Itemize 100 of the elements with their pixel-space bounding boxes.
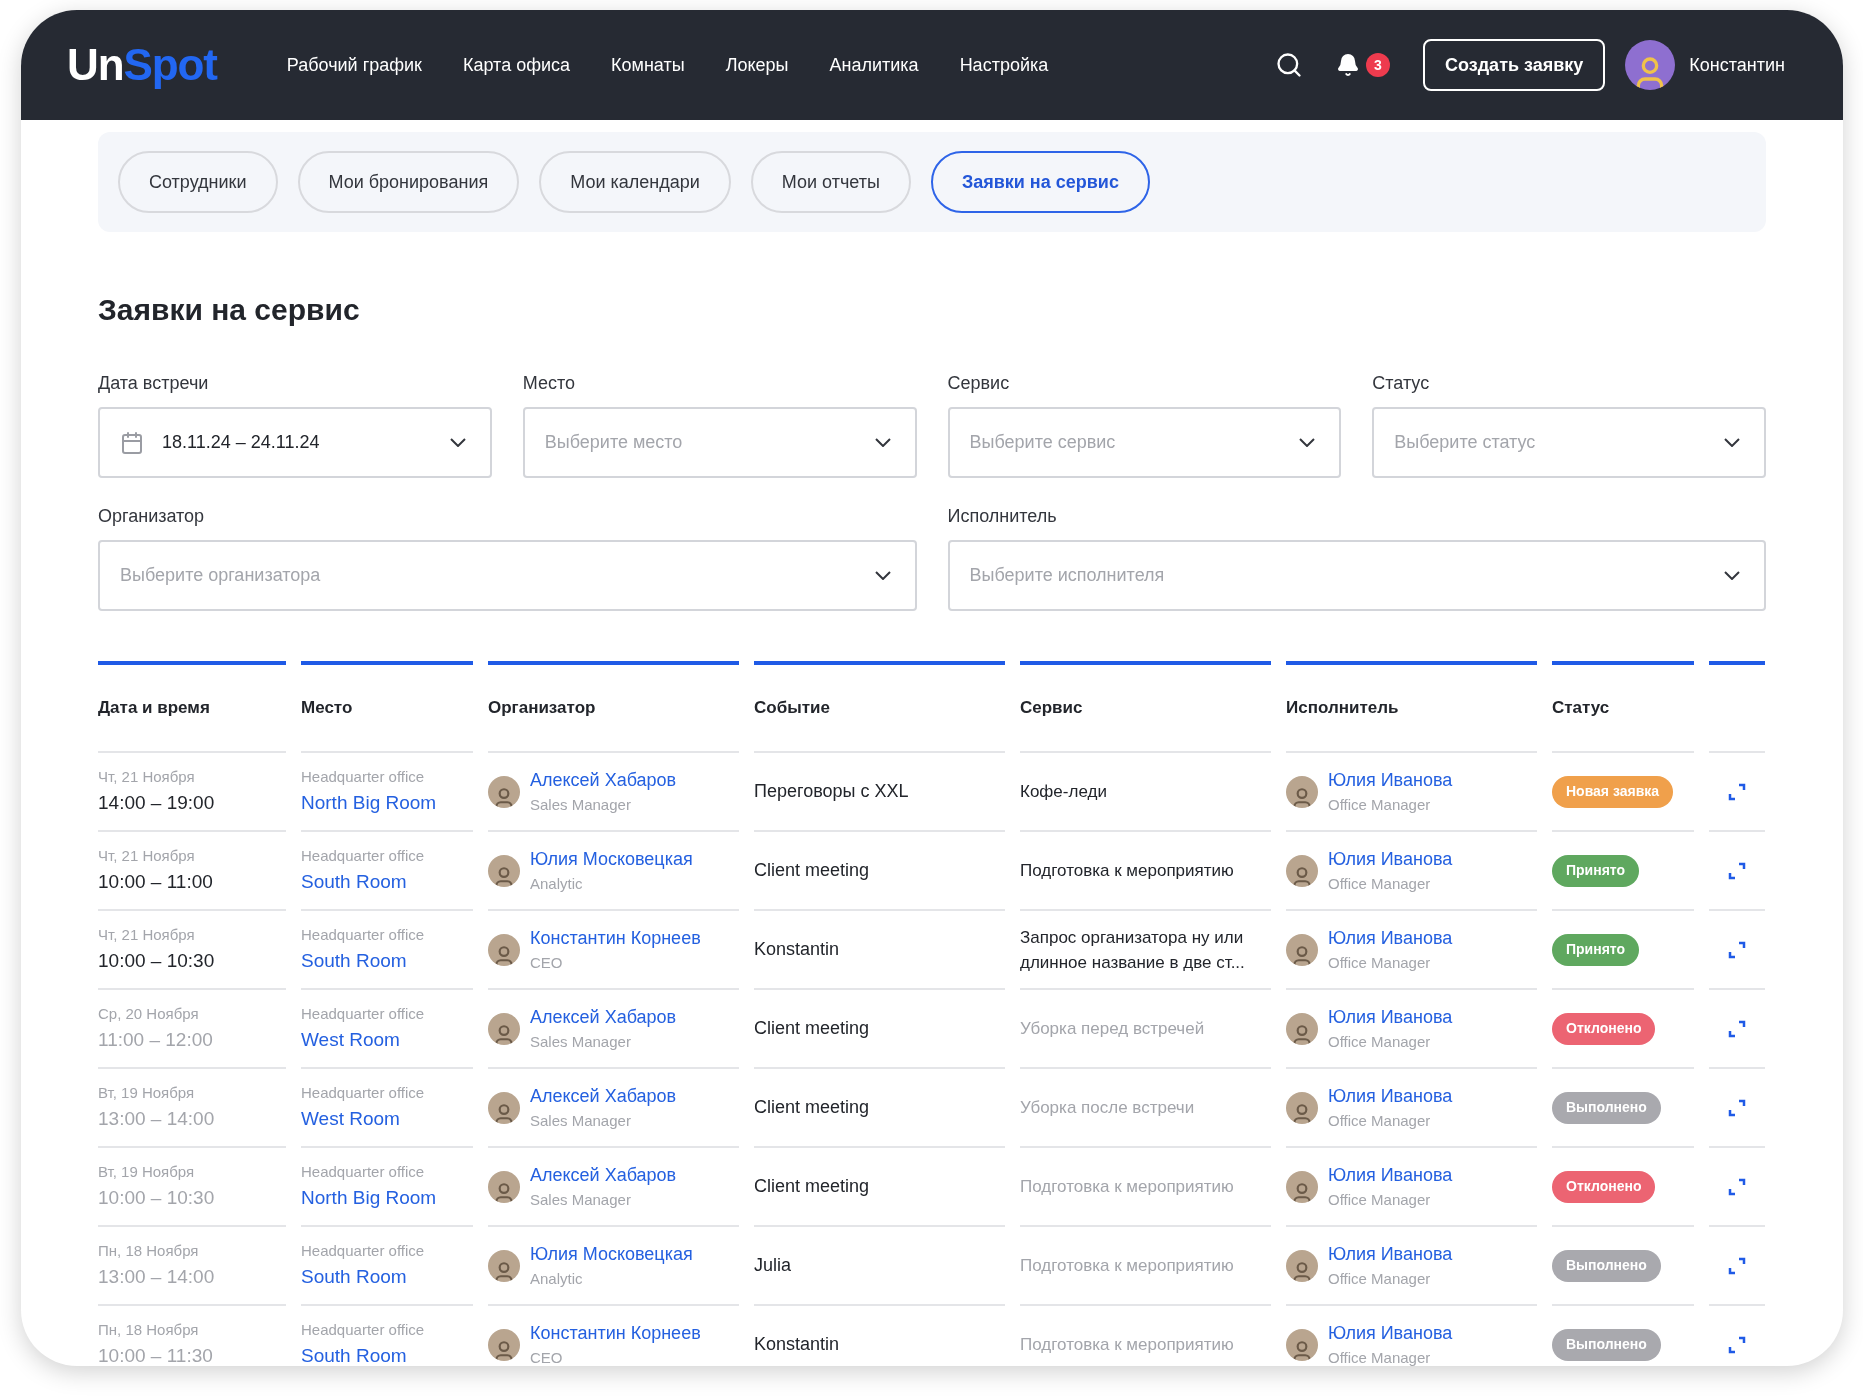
room-link[interactable]: South Room [301,946,425,975]
event-text: Konstantin [754,1333,840,1356]
nav-link[interactable]: Аналитика [829,51,919,79]
user-avatar[interactable] [1625,40,1676,90]
event-text: Client meeting [754,1096,870,1119]
organizer-role: Analytic [530,873,584,894]
organizer-link[interactable]: Юлия Московецкая [530,1240,693,1268]
executor-link[interactable]: Юлия Иванова [1328,1082,1453,1110]
chevron-down-icon [874,571,891,580]
expand-icon[interactable] [1727,1176,1747,1197]
executor-link[interactable]: Юлия Иванова [1328,1161,1453,1189]
office-text: Headquarter office [301,1320,425,1340]
executor-link[interactable]: Юлия Иванова [1328,1240,1453,1268]
expand-icon[interactable] [1727,781,1747,802]
tab[interactable]: Мои календари [539,151,731,213]
executor-avatar [1286,933,1318,966]
room-link[interactable]: South Room [301,1262,425,1291]
expand-icon[interactable] [1727,1097,1747,1118]
expand-icon[interactable] [1727,1334,1747,1355]
organizer-avatar [488,854,520,887]
bell-icon[interactable] [1336,53,1360,77]
filter-label: Сервис [947,372,1011,395]
room-link[interactable]: North Big Room [301,788,437,817]
nav-link[interactable]: Комнаты [611,51,685,79]
tab[interactable]: Мои бронирования [297,151,520,213]
room-link[interactable]: South Room [301,1341,425,1366]
organizer-link[interactable]: Алексей Хабаров [530,1082,677,1110]
organizer-role: CEO [530,952,564,973]
organizer-link[interactable]: Константин Корнеев [530,1319,701,1347]
executor-link[interactable]: Юлия Иванова [1328,1319,1453,1347]
chevron-down-icon [1724,438,1740,447]
search-icon[interactable] [1275,51,1303,79]
event-text: Julia [754,1254,792,1277]
user-name[interactable]: Константин [1689,51,1785,79]
organizer-avatar [488,1170,520,1203]
organizer-avatar [488,1091,520,1124]
organizer-role: Analytic [530,1268,584,1289]
organizer-link[interactable]: Алексей Хабаров [530,1003,677,1031]
office-text: Headquarter office [301,846,425,866]
logo[interactable]: UnSpot [67,32,217,98]
executor-role: Office Manager [1328,1268,1432,1289]
filter-label: Организатор [98,505,206,528]
organizer-link[interactable]: Константин Корнеев [530,924,701,952]
expand-icon[interactable] [1727,1018,1747,1039]
organizer-link[interactable]: Алексей Хабаров [530,766,677,794]
executor-link[interactable]: Юлия Иванова [1328,924,1453,952]
executor-role: Office Manager [1328,794,1432,815]
time-text: 10:00 – 10:30 [98,948,215,973]
date-range-field[interactable]: 18.11.24 – 24.11.24 [98,407,492,478]
executor-avatar [1286,1328,1318,1361]
organizer-avatar [488,775,520,808]
status-badge: Новая заявка [1552,775,1674,808]
executor-avatar [1286,1249,1318,1282]
room-link[interactable]: West Room [301,1104,425,1133]
service-text: Подготовка к мероприятию [1020,1176,1234,1198]
time-text: 11:00 – 12:00 [98,1027,213,1052]
executor-link[interactable]: Юлия Иванова [1328,845,1453,873]
organizer-role: Sales Manager [530,1110,632,1131]
executor-avatar [1286,1012,1318,1045]
time-text: 13:00 – 14:00 [98,1106,215,1131]
status-badge: Принято [1552,854,1640,887]
expand-icon[interactable] [1727,939,1747,960]
date-text: Вт, 19 Ноября [98,1083,196,1103]
nav-link[interactable]: Локеры [725,51,789,79]
executor-link[interactable]: Юлия Иванова [1328,766,1453,794]
office-text: Headquarter office [301,1162,426,1182]
executor-avatar [1286,854,1318,887]
filter-label: Исполнитель [947,505,1058,528]
office-text: Headquarter office [301,1241,425,1261]
organizer-avatar [488,933,520,966]
nav-link[interactable]: Карта офиса [463,51,571,79]
organizer-link[interactable]: Алексей Хабаров [530,1161,677,1189]
chevron-down-icon [449,438,466,447]
event-text: Konstantin [754,938,840,961]
organizer-link[interactable]: Юлия Московецкая [530,845,693,873]
executor-link[interactable]: Юлия Иванова [1328,1003,1453,1031]
room-link[interactable]: North Big Room [301,1183,437,1212]
service-text: Запрос организатора ну или длинное название в две ст... [1020,926,1246,974]
nav-link[interactable]: Настройка [959,51,1049,79]
organizer-role: Sales Manager [530,1189,632,1210]
event-text: Client meeting [754,859,870,882]
chevron-down-icon [1724,571,1740,580]
status-badge: Отклонено [1552,1170,1656,1203]
organizer-avatar [488,1249,520,1282]
tab[interactable]: Заявки на сервис [930,151,1150,213]
filter-label: Статус [1372,372,1431,395]
tab[interactable]: Мои отчеты [750,151,911,213]
office-text: Headquarter office [301,1004,425,1024]
notification-badge: 3 [1366,53,1390,77]
status-badge: Выполнено [1552,1091,1661,1124]
room-link[interactable]: West Room [301,1025,425,1054]
service-text: Подготовка к мероприятию [1020,1334,1234,1356]
expand-icon[interactable] [1727,860,1747,881]
room-link[interactable]: South Room [301,867,425,896]
tab[interactable]: Сотрудники [118,151,278,213]
expand-icon[interactable] [1727,1255,1747,1276]
service-text: Подготовка к мероприятию [1020,1255,1234,1277]
create-request-button[interactable]: Создать заявку [1423,39,1606,91]
executor-role: Office Manager [1328,873,1432,894]
nav-link[interactable]: Рабочий график [286,51,422,79]
